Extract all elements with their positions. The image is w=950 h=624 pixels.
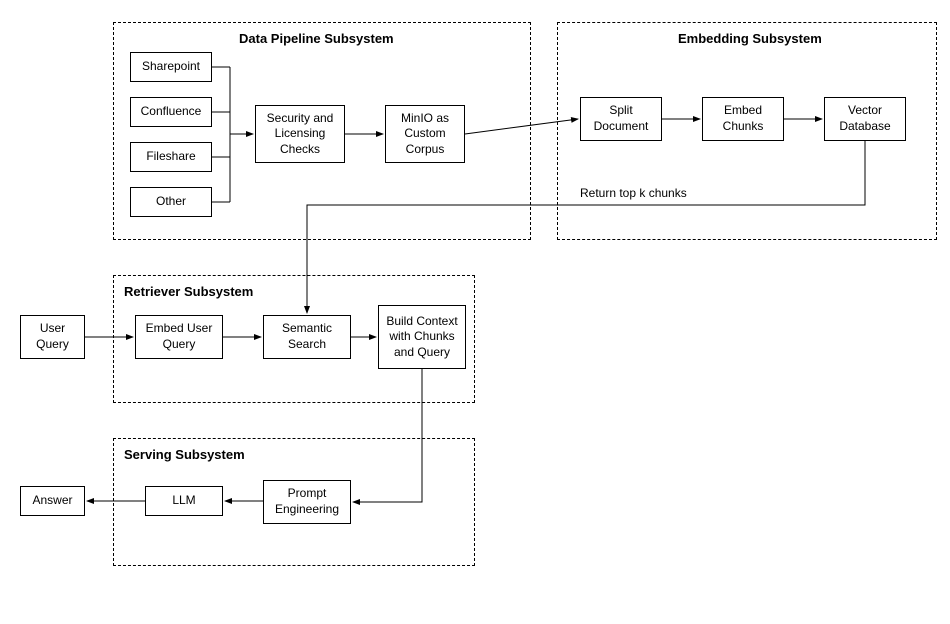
- box-prompt-engineering: Prompt Engineering: [263, 480, 351, 524]
- box-answer: Answer: [20, 486, 85, 516]
- box-split-document: Split Document: [580, 97, 662, 141]
- box-embed-chunks: Embed Chunks: [702, 97, 784, 141]
- box-minio: MinIO as Custom Corpus: [385, 105, 465, 163]
- box-semantic-search: Semantic Search: [263, 315, 351, 359]
- box-llm: LLM: [145, 486, 223, 516]
- subsystem-title-embedding: Embedding Subsystem: [678, 31, 822, 46]
- subsystem-title-data-pipeline: Data Pipeline Subsystem: [239, 31, 394, 46]
- subsystem-title-retriever: Retriever Subsystem: [124, 284, 253, 299]
- box-fileshare: Fileshare: [130, 142, 212, 172]
- box-other: Other: [130, 187, 212, 217]
- box-user-query: User Query: [20, 315, 85, 359]
- box-security: Security and Licensing Checks: [255, 105, 345, 163]
- box-confluence: Confluence: [130, 97, 212, 127]
- subsystem-title-serving: Serving Subsystem: [124, 447, 245, 462]
- box-embed-user-query: Embed User Query: [135, 315, 223, 359]
- box-sharepoint: Sharepoint: [130, 52, 212, 82]
- box-vector-database: Vector Database: [824, 97, 906, 141]
- box-build-context: Build Context with Chunks and Query: [378, 305, 466, 369]
- label-return-top-k: Return top k chunks: [580, 186, 687, 200]
- diagram-canvas: Data Pipeline Subsystem Embedding Subsys…: [0, 0, 950, 624]
